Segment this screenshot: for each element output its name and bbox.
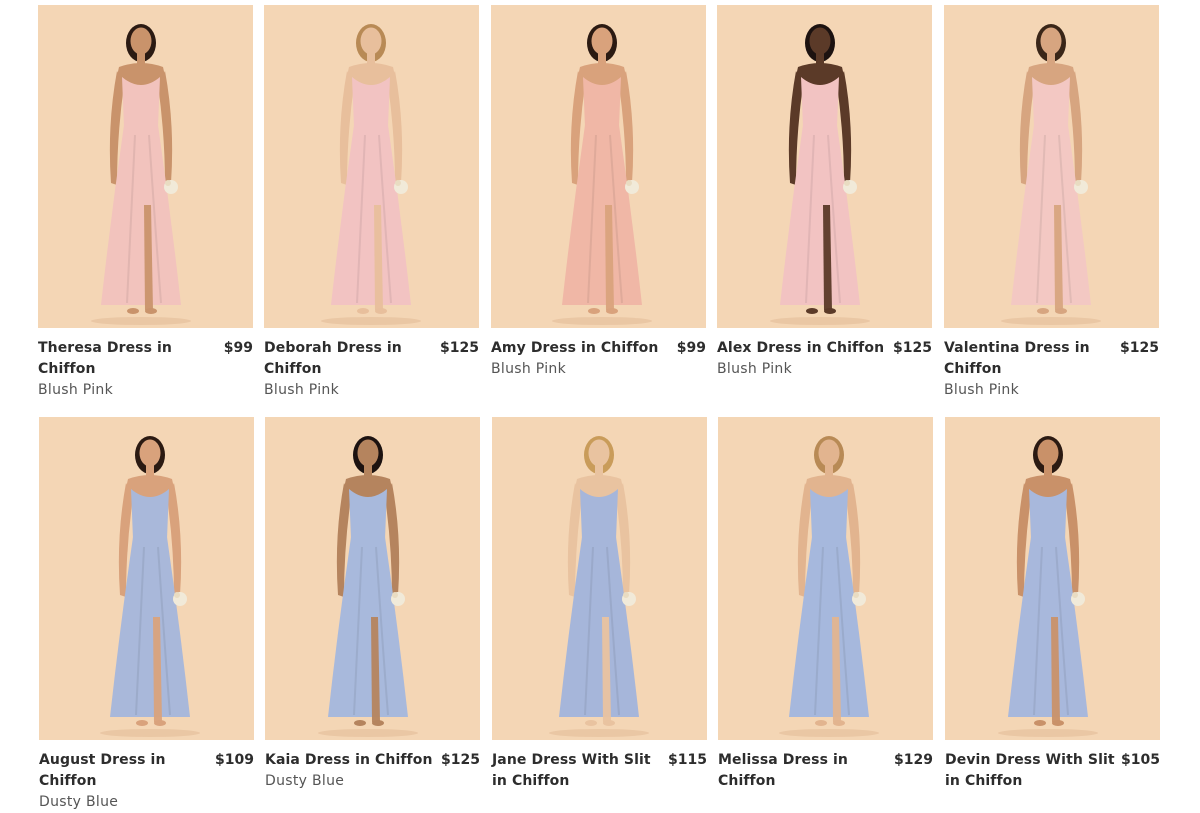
- product-image[interactable]: [718, 417, 933, 740]
- product-image[interactable]: [944, 5, 1159, 328]
- product-card[interactable]: Deborah Dress in Chiffon $125 Blush Pink: [264, 5, 479, 401]
- product-name[interactable]: Theresa Dress in Chiffon: [38, 338, 253, 380]
- product-card[interactable]: Amy Dress in Chiffon $99 Blush Pink: [491, 5, 706, 380]
- product-info: Theresa Dress in Chiffon $99 Blush Pink: [38, 338, 253, 401]
- product-info: Kaia Dress in Chiffon $125 Dusty Blue: [265, 750, 480, 792]
- product-info: Amy Dress in Chiffon $99 Blush Pink: [491, 338, 706, 380]
- product-image[interactable]: [945, 417, 1160, 740]
- product-image[interactable]: [38, 5, 253, 328]
- product-name[interactable]: Amy Dress in Chiffon: [491, 338, 706, 359]
- product-info: August Dress in Chiffon $109 Dusty Blue: [39, 750, 254, 813]
- product-color: Dusty Blue: [265, 773, 345, 789]
- product-info: Valentina Dress in Chiffon $125 Blush Pink: [944, 338, 1159, 401]
- product-price: $125: [1120, 340, 1159, 356]
- product-color: Blush Pink: [264, 382, 339, 398]
- product-price: $99: [223, 340, 253, 356]
- product-card[interactable]: Kaia Dress in Chiffon $125 Dusty Blue: [265, 417, 480, 792]
- product-color: Blush Pink: [491, 361, 566, 377]
- product-card[interactable]: Melissa Dress in Chiffon $129: [718, 417, 933, 792]
- product-price: $125: [441, 752, 480, 768]
- product-color: Dusty Blue: [39, 794, 119, 810]
- product-info: Alex Dress in Chiffon $125 Blush Pink: [717, 338, 932, 380]
- product-card[interactable]: August Dress in Chiffon $109 Dusty Blue: [39, 417, 254, 813]
- product-card[interactable]: Valentina Dress in Chiffon $125 Blush Pink: [944, 5, 1159, 401]
- product-color: Blush Pink: [38, 382, 113, 398]
- product-info: Devin Dress With Slit in Chiffon $105: [945, 750, 1160, 792]
- product-price: $109: [215, 752, 254, 768]
- product-image[interactable]: [39, 417, 254, 740]
- product-price: $105: [1121, 752, 1160, 768]
- product-image[interactable]: [265, 417, 480, 740]
- product-card[interactable]: Theresa Dress in Chiffon $99 Blush Pink: [38, 5, 253, 401]
- product-info: Deborah Dress in Chiffon $125 Blush Pink: [264, 338, 479, 401]
- product-card[interactable]: Alex Dress in Chiffon $125 Blush Pink: [717, 5, 932, 380]
- product-price: $129: [894, 752, 933, 768]
- product-color: Blush Pink: [717, 361, 792, 377]
- product-image[interactable]: [264, 5, 479, 328]
- product-info: Melissa Dress in Chiffon $129: [718, 750, 933, 792]
- product-card[interactable]: Devin Dress With Slit in Chiffon $105: [945, 417, 1160, 792]
- product-info: Jane Dress With Slit in Chiffon $115: [492, 750, 707, 792]
- product-price: $99: [676, 340, 706, 356]
- product-price: $125: [440, 340, 479, 356]
- product-card[interactable]: Jane Dress With Slit in Chiffon $115: [492, 417, 707, 792]
- product-image[interactable]: [717, 5, 932, 328]
- product-price: $125: [893, 340, 932, 356]
- product-color: Blush Pink: [944, 382, 1019, 398]
- product-price: $115: [668, 752, 707, 768]
- product-image[interactable]: [491, 5, 706, 328]
- product-image[interactable]: [492, 417, 707, 740]
